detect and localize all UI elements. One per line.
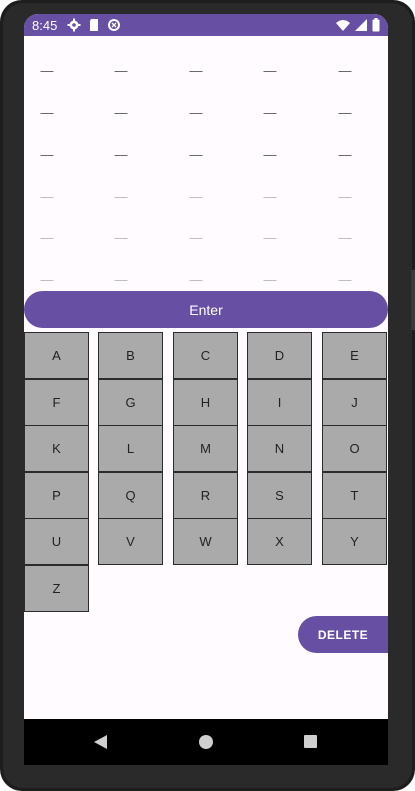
- cell-signal-icon: [355, 19, 367, 31]
- grid-cell: —: [40, 63, 54, 78]
- grid-cell: —: [40, 272, 54, 287]
- guess-grid: — — — — — — — — — — — — — — — — — — — —: [24, 36, 388, 291]
- grid-cell: —: [263, 272, 277, 287]
- key-o[interactable]: O: [322, 425, 387, 472]
- grid-cell: —: [189, 105, 203, 120]
- key-h[interactable]: H: [173, 379, 238, 426]
- grid-cell: —: [263, 230, 277, 245]
- key-f[interactable]: F: [24, 379, 89, 426]
- status-time: 8:45: [32, 17, 58, 33]
- key-q[interactable]: Q: [98, 472, 163, 519]
- key-u[interactable]: U: [24, 518, 89, 565]
- key-s[interactable]: S: [247, 472, 312, 519]
- grid-cell: —: [263, 189, 277, 204]
- home-icon[interactable]: [199, 735, 213, 749]
- key-c[interactable]: C: [173, 332, 238, 379]
- grid-cell: —: [338, 147, 352, 162]
- grid-cell: —: [189, 189, 203, 204]
- grid-cell: —: [40, 189, 54, 204]
- wifi-icon: [336, 20, 350, 31]
- navigation-bar: [24, 719, 388, 765]
- key-m[interactable]: M: [173, 425, 238, 472]
- grid-cell: —: [114, 63, 128, 78]
- grid-cell: —: [338, 105, 352, 120]
- key-e[interactable]: E: [322, 332, 387, 379]
- key-d[interactable]: D: [247, 332, 312, 379]
- key-l[interactable]: L: [98, 425, 163, 472]
- grid-cell: —: [114, 189, 128, 204]
- grid-cell: —: [263, 105, 277, 120]
- grid-cell: —: [263, 147, 277, 162]
- grid-cell: —: [114, 105, 128, 120]
- key-r[interactable]: R: [173, 472, 238, 519]
- data-saver-icon: [108, 19, 121, 31]
- key-y[interactable]: Y: [322, 518, 387, 565]
- key-z[interactable]: Z: [24, 565, 89, 612]
- sd-card-icon: [90, 19, 99, 31]
- grid-cell: —: [338, 272, 352, 287]
- grid-cell: —: [114, 230, 128, 245]
- status-bar: 8:45: [24, 14, 388, 36]
- app-screen: 8:45 — — — — — — — — — — — — — — — — — —…: [24, 14, 388, 719]
- grid-cell: —: [189, 272, 203, 287]
- delete-button[interactable]: DELETE: [298, 616, 388, 653]
- grid-cell: —: [338, 189, 352, 204]
- grid-cell: —: [189, 147, 203, 162]
- key-w[interactable]: W: [173, 518, 238, 565]
- gear-icon: [67, 18, 81, 32]
- grid-cell: —: [114, 272, 128, 287]
- grid-cell: —: [338, 230, 352, 245]
- grid-cell: —: [40, 147, 54, 162]
- key-v[interactable]: V: [98, 518, 163, 565]
- key-x[interactable]: X: [247, 518, 312, 565]
- device-side-button: [411, 270, 415, 330]
- battery-icon: [372, 18, 380, 32]
- key-i[interactable]: I: [247, 379, 312, 426]
- key-t[interactable]: T: [322, 472, 387, 519]
- key-j[interactable]: J: [322, 379, 387, 426]
- grid-cell: —: [189, 63, 203, 78]
- grid-cell: —: [114, 147, 128, 162]
- enter-button[interactable]: Enter: [24, 291, 388, 328]
- grid-cell: —: [263, 63, 277, 78]
- grid-cell: —: [40, 230, 54, 245]
- key-k[interactable]: K: [24, 425, 89, 472]
- key-b[interactable]: B: [98, 332, 163, 379]
- key-n[interactable]: N: [247, 425, 312, 472]
- back-icon[interactable]: [94, 735, 107, 749]
- status-icons-right: [336, 18, 380, 32]
- status-icons-left: [67, 18, 121, 32]
- key-g[interactable]: G: [98, 379, 163, 426]
- grid-cell: —: [40, 105, 54, 120]
- key-p[interactable]: P: [24, 472, 89, 519]
- grid-cell: —: [189, 230, 203, 245]
- recents-icon[interactable]: [304, 735, 317, 748]
- key-a[interactable]: A: [24, 332, 89, 379]
- grid-cell: —: [338, 63, 352, 78]
